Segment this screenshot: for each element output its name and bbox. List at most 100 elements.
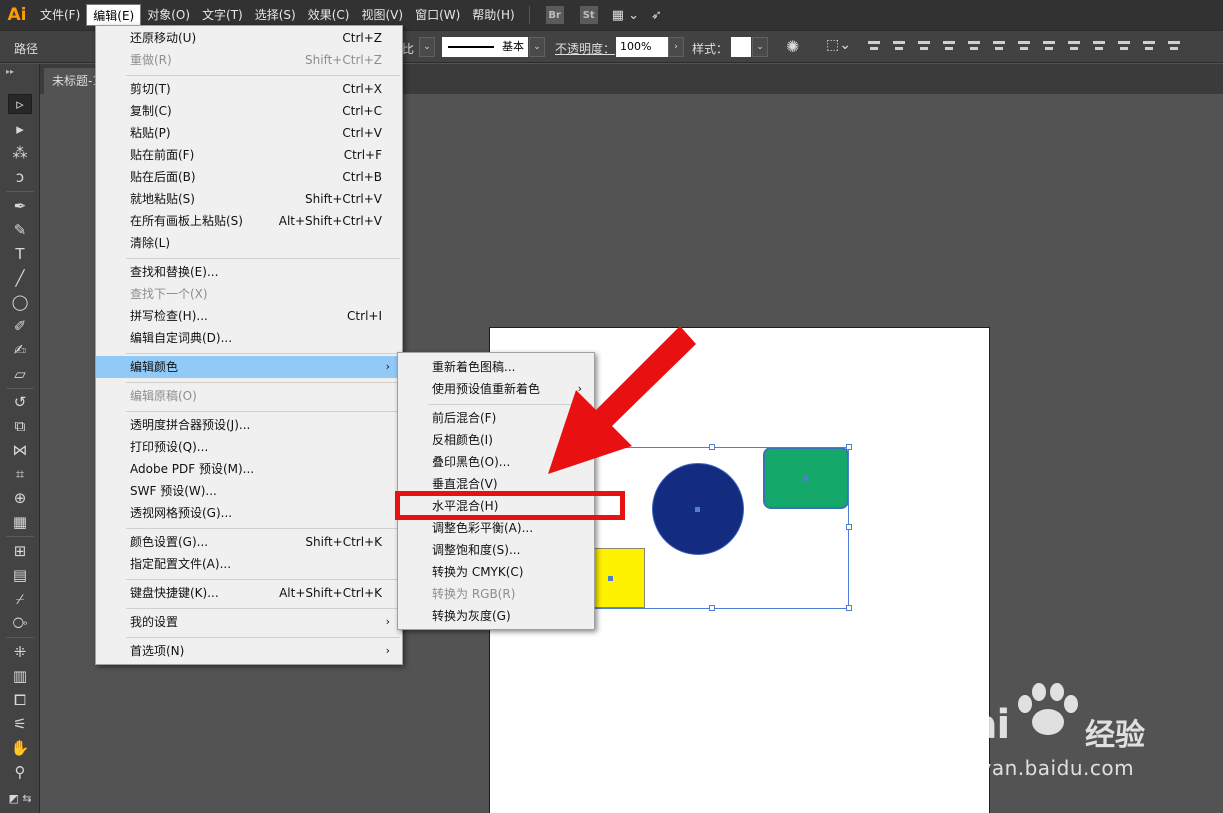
free-transform-tool-icon[interactable]: ⌗ <box>8 464 32 484</box>
chevron-down-icon[interactable]: ⌄ <box>529 37 545 57</box>
bounding-box-handle[interactable] <box>846 524 852 530</box>
column-graph-tool-icon[interactable]: ▥ <box>8 666 32 686</box>
eyedropper-tool-icon[interactable]: ⌿ <box>8 589 32 609</box>
perspective-grid-tool-icon[interactable]: ▦ <box>8 512 32 532</box>
menu-item-edit-original[interactable]: 编辑原稿(O) <box>96 385 402 407</box>
paintbrush-tool-icon[interactable]: ✐ <box>8 316 32 336</box>
zoom-tool-icon[interactable]: ⚲ <box>8 762 32 782</box>
menu-effect[interactable]: 效果(C) <box>302 4 356 26</box>
align-vertical-center-icon[interactable] <box>966 38 983 55</box>
align-to-selection-icon[interactable]: ⬚⌄ <box>826 37 851 53</box>
menu-item-find-replace[interactable]: 查找和替换(E)... <box>96 261 402 283</box>
panel-collapse-icon[interactable]: ▸▸ <box>6 67 14 76</box>
align-horizontal-center-icon[interactable] <box>891 38 908 55</box>
menu-file[interactable]: 文件(F) <box>34 4 86 26</box>
menu-help[interactable]: 帮助(H) <box>466 4 520 26</box>
distribute-top-icon[interactable] <box>1016 38 1033 55</box>
menu-item-edit-dictionary[interactable]: 编辑自定词典(D)... <box>96 327 402 349</box>
menu-item-my-settings[interactable]: 我的设置 › <box>96 611 402 633</box>
submenu-item-convert-to-grayscale[interactable]: 转换为灰度(G) <box>398 605 594 627</box>
stock-icon[interactable]: St <box>579 6 598 24</box>
artboard-tool-icon[interactable]: ⧠ <box>8 690 32 710</box>
chevron-right-icon[interactable]: › <box>668 37 684 57</box>
menu-item-check-spelling[interactable]: 拼写检查(H)... Ctrl+I <box>96 305 402 327</box>
menu-item-paste[interactable]: 粘贴(P) Ctrl+V <box>96 122 402 144</box>
direct-selection-tool-icon[interactable]: ▸ <box>8 119 32 139</box>
type-tool-icon[interactable]: T <box>8 244 32 264</box>
menu-item-keyboard-shortcuts[interactable]: 键盘快捷键(K)... Alt+Shift+Ctrl+K <box>96 582 402 604</box>
lasso-tool-icon[interactable]: ↄ <box>8 167 32 187</box>
shape-builder-tool-icon[interactable]: ⊕ <box>8 488 32 508</box>
align-left-icon[interactable] <box>866 38 883 55</box>
recolor-artwork-icon[interactable]: ✺ <box>786 37 799 56</box>
menu-item-perspective-grid-presets[interactable]: 透视网格预设(G)... <box>96 502 402 524</box>
distribute-left-icon[interactable] <box>1091 38 1108 55</box>
gpu-rocket-icon[interactable]: ➶ <box>651 8 662 23</box>
mesh-tool-icon[interactable]: ⊞ <box>8 541 32 561</box>
menu-item-undo[interactable]: 还原移动(U) Ctrl+Z <box>96 27 402 49</box>
distribute-spacing-icon[interactable] <box>1166 38 1183 55</box>
menu-item-paste-in-place[interactable]: 就地粘贴(S) Shift+Ctrl+V <box>96 188 402 210</box>
menu-item-pdf-presets[interactable]: Adobe PDF 预设(M)... <box>96 458 402 480</box>
scale-tool-icon[interactable]: ⧉ <box>8 416 32 436</box>
line-segment-tool-icon[interactable]: ╱ <box>8 268 32 288</box>
menu-item-print-presets[interactable]: 打印预设(Q)... <box>96 436 402 458</box>
menu-item-copy[interactable]: 复制(C) Ctrl+C <box>96 100 402 122</box>
distribute-vertical-center-icon[interactable] <box>1041 38 1058 55</box>
magic-wand-tool-icon[interactable]: ⁂ <box>8 143 32 163</box>
align-bottom-icon[interactable] <box>991 38 1008 55</box>
workspace-layout-icon[interactable]: ▦ ⌄ <box>612 8 639 23</box>
chevron-down-icon[interactable]: ⌄ <box>419 37 435 57</box>
fill-stroke-swatch-icon[interactable]: ◩ ⇆ <box>8 788 32 808</box>
submenu-item-convert-to-cmyk[interactable]: 转换为 CMYK(C) <box>398 561 594 583</box>
bounding-box-handle[interactable] <box>709 444 715 450</box>
distribute-bottom-icon[interactable] <box>1066 38 1083 55</box>
submenu-item-convert-to-rgb[interactable]: 转换为 RGB(R) <box>398 583 594 605</box>
bounding-box-handle[interactable] <box>846 444 852 450</box>
bridge-icon[interactable]: Br <box>545 6 564 24</box>
menu-item-paste-in-back[interactable]: 贴在后面(B) Ctrl+B <box>96 166 402 188</box>
blend-tool-icon[interactable]: ⧂ <box>8 613 32 633</box>
stroke-style-select[interactable]: 基本 <box>442 37 528 57</box>
menu-view[interactable]: 视图(V) <box>355 4 409 26</box>
pen-tool-icon[interactable]: ✒ <box>8 196 32 216</box>
distribute-right-icon[interactable] <box>1141 38 1158 55</box>
opacity-label[interactable]: 不透明度： <box>555 40 615 57</box>
graphic-style-swatch[interactable] <box>731 37 751 57</box>
menu-item-swf-presets[interactable]: SWF 预设(W)... <box>96 480 402 502</box>
menu-type[interactable]: 文字(T) <box>196 4 249 26</box>
menu-edit[interactable]: 编辑(E) <box>86 4 142 26</box>
selection-tool-icon[interactable]: ▹ <box>8 94 32 114</box>
menu-window[interactable]: 窗口(W) <box>409 4 466 26</box>
slice-tool-icon[interactable]: ⚟ <box>8 714 32 734</box>
align-top-icon[interactable] <box>941 38 958 55</box>
eraser-tool-icon[interactable]: ▱ <box>8 364 32 384</box>
ellipse-tool-icon[interactable]: ◯ <box>8 292 32 312</box>
menu-item-clear[interactable]: 清除(L) <box>96 232 402 254</box>
menu-item-assign-profile[interactable]: 指定配置文件(A)... <box>96 553 402 575</box>
menu-object[interactable]: 对象(O) <box>141 4 196 26</box>
opacity-input[interactable]: 100% <box>616 37 668 57</box>
menu-item-preferences[interactable]: 首选项(N) › <box>96 640 402 662</box>
align-right-icon[interactable] <box>916 38 933 55</box>
chevron-down-icon[interactable]: ⌄ <box>752 37 768 57</box>
rotate-tool-icon[interactable]: ↺ <box>8 392 32 412</box>
symbol-sprayer-tool-icon[interactable]: ⁜ <box>8 642 32 662</box>
bounding-box-handle[interactable] <box>846 605 852 611</box>
menu-item-transparency-flattener-presets[interactable]: 透明度拼合器预设(J)... <box>96 414 402 436</box>
width-tool-icon[interactable]: ⋈ <box>8 440 32 460</box>
hand-tool-icon[interactable]: ✋ <box>8 738 32 758</box>
menu-item-redo[interactable]: 重做(R) Shift+Ctrl+Z <box>96 49 402 71</box>
menu-item-cut[interactable]: 剪切(T) Ctrl+X <box>96 78 402 100</box>
menu-item-paste-all-artboards[interactable]: 在所有画板上粘贴(S) Alt+Shift+Ctrl+V <box>96 210 402 232</box>
distribute-horizontal-center-icon[interactable] <box>1116 38 1133 55</box>
menu-select[interactable]: 选择(S) <box>249 4 302 26</box>
menu-item-edit-colors[interactable]: 编辑颜色 › <box>96 356 402 378</box>
menu-item-color-settings[interactable]: 颜色设置(G)... Shift+Ctrl+K <box>96 531 402 553</box>
curvature-tool-icon[interactable]: ✎ <box>8 220 32 240</box>
menu-item-paste-in-front[interactable]: 贴在前面(F) Ctrl+F <box>96 144 402 166</box>
submenu-item-saturate[interactable]: 调整饱和度(S)... <box>398 539 594 561</box>
bounding-box-handle[interactable] <box>709 605 715 611</box>
submenu-item-adjust-color-balance[interactable]: 调整色彩平衡(A)... <box>398 517 594 539</box>
gradient-tool-icon[interactable]: ▤ <box>8 565 32 585</box>
